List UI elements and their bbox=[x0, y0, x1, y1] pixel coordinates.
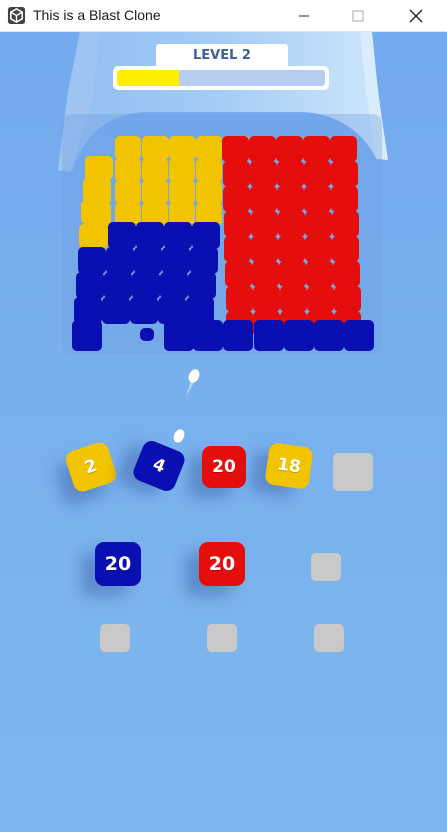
maximize-icon bbox=[352, 10, 364, 21]
shooter-block[interactable]: 18 bbox=[264, 442, 314, 490]
maximize-button[interactable] bbox=[335, 0, 381, 31]
shooter-count: 20 bbox=[212, 457, 236, 477]
unity-app-icon bbox=[7, 6, 26, 25]
close-icon bbox=[409, 9, 423, 22]
bullet bbox=[173, 429, 185, 443]
empty-slot bbox=[207, 624, 237, 652]
minimize-button[interactable] bbox=[281, 0, 327, 31]
shooter-count: 18 bbox=[275, 454, 303, 478]
projectiles bbox=[173, 369, 200, 443]
empty-slot bbox=[333, 453, 373, 491]
shooter-count: 2 bbox=[82, 455, 100, 479]
shooter-block[interactable]: 20 bbox=[199, 542, 245, 586]
bullet bbox=[188, 369, 200, 383]
window-title: This is a Blast Clone bbox=[33, 7, 161, 23]
game-viewport[interactable]: LEVEL 2 2 4 20 18 20 20 bbox=[0, 32, 447, 832]
empty-slot bbox=[311, 553, 341, 581]
shooter-count: 20 bbox=[208, 553, 236, 575]
shooter-count: 4 bbox=[149, 454, 169, 478]
empty-slot bbox=[100, 624, 130, 652]
shooter-block[interactable]: 20 bbox=[202, 446, 246, 488]
shooter-count: 20 bbox=[104, 553, 132, 575]
minimize-icon bbox=[299, 15, 309, 16]
shooter-block[interactable]: 20 bbox=[95, 542, 141, 586]
close-button[interactable] bbox=[393, 0, 439, 31]
title-bar: This is a Blast Clone bbox=[0, 0, 447, 32]
empty-slot bbox=[314, 624, 344, 652]
